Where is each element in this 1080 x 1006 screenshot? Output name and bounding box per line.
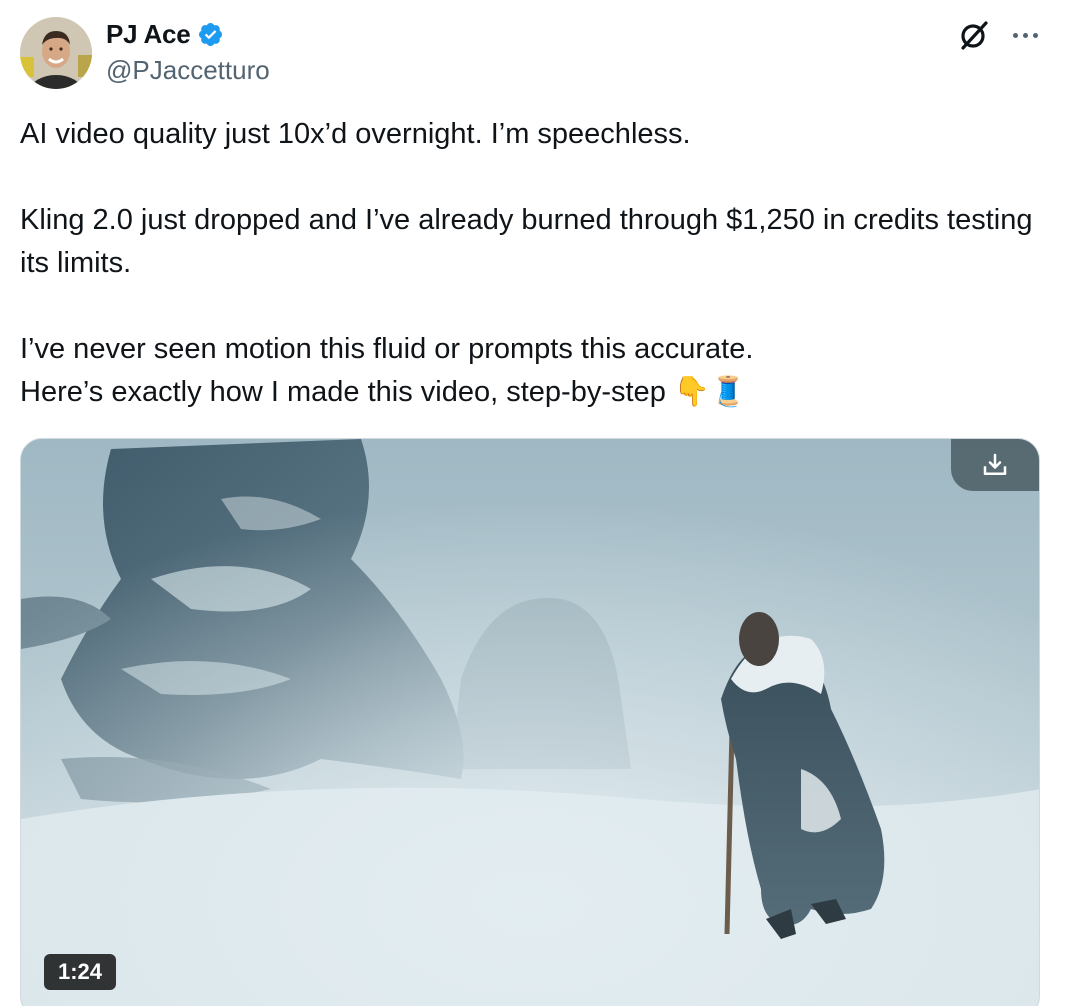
author-display-name[interactable]: PJ Ace — [106, 19, 191, 50]
tweet-text-line: Here’s exactly how I made this video, st… — [20, 376, 747, 408]
tweet-text-line: AI video quality just 10x’d overnight. I… — [20, 118, 691, 150]
tweet-text-line: I’ve never seen motion this fluid or pro… — [20, 333, 754, 365]
author-name-row: PJ Ace — [106, 19, 224, 50]
tweet-text-line: Kling 2.0 just dropped and I’ve already … — [20, 204, 1033, 279]
grok-icon[interactable] — [957, 18, 991, 52]
tweet-text: AI video quality just 10x’d overnight. I… — [20, 113, 1050, 414]
avatar[interactable] — [20, 17, 92, 89]
avatar-photo — [20, 17, 92, 89]
author-handle[interactable]: @PJaccetturo — [106, 55, 270, 86]
verified-badge-icon[interactable] — [197, 21, 224, 48]
tweet-card: PJ Ace @PJaccetturo AI video quality jus… — [0, 0, 1080, 1006]
download-button[interactable] — [951, 439, 1039, 491]
more-options-icon[interactable] — [1007, 22, 1043, 48]
video-duration-badge: 1:24 — [44, 954, 117, 990]
video-player[interactable]: 1:24 — [20, 438, 1040, 1006]
video-thumbnail — [21, 439, 1039, 1006]
download-icon — [983, 453, 1007, 475]
